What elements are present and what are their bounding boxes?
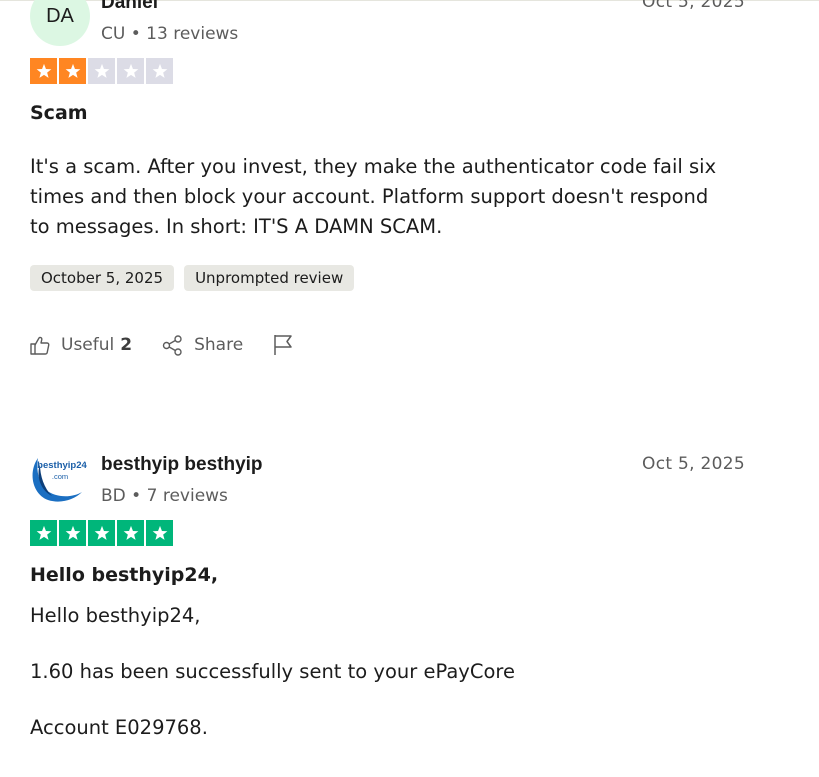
reviewer-country: BD: [101, 486, 126, 506]
reviewer-name[interactable]: Daniel: [101, 0, 158, 14]
logo-text: besthyip24: [37, 460, 87, 471]
share-icon: [162, 334, 194, 356]
review-date: Oct 5, 2025: [642, 0, 745, 12]
meta-separator: •: [131, 486, 147, 506]
meta-separator: •: [130, 24, 147, 44]
star-icon: [146, 58, 173, 84]
review-body: Hello besthyip24, 1.60 has been successf…: [30, 604, 750, 739]
review-body: It's a scam. After you invest, they make…: [30, 152, 750, 242]
useful-count: 2: [120, 335, 133, 355]
review-card: DA Daniel CU • 13 reviews Oct 5, 2025 Sc…: [30, 0, 750, 359]
review-body-line: It's a scam. After you invest, they make…: [30, 155, 717, 178]
review-header: besthyip24 .com besthyip besthyip BD • 7…: [30, 448, 750, 520]
share-button[interactable]: Share: [162, 334, 244, 356]
review-body-line: 1.60 has been successfully sent to your …: [30, 660, 515, 683]
star-rating: [30, 58, 750, 84]
besthyip-logo: besthyip24 .com: [32, 458, 88, 502]
star-icon: [30, 58, 57, 84]
star-icon: [30, 520, 57, 546]
review-body-line: Account E029768.: [30, 716, 208, 739]
review-date: Oct 5, 2025: [642, 454, 745, 474]
star-rating: [30, 520, 750, 546]
review-body-line: to messages. In short: IT'S A DAMN SCAM.: [30, 215, 443, 238]
star-icon: [88, 58, 115, 84]
review-card: besthyip24 .com besthyip besthyip BD • 7…: [30, 448, 750, 739]
review-title[interactable]: Hello besthyip24,: [30, 564, 750, 586]
review-actions: Useful 2 Share: [30, 331, 750, 359]
reviewer-review-count: 13 reviews: [146, 24, 239, 44]
avatar[interactable]: besthyip24 .com: [30, 448, 90, 508]
reviewer-country: CU: [101, 24, 126, 44]
share-label: Share: [194, 335, 244, 355]
avatar[interactable]: DA: [30, 0, 90, 46]
star-icon: [59, 520, 86, 546]
star-icon: [59, 58, 86, 84]
flag-icon: [273, 334, 293, 356]
useful-button[interactable]: Useful 2: [30, 335, 132, 355]
unprompted-review-tag[interactable]: Unprompted review: [184, 265, 355, 291]
reviewer-review-count: 7 reviews: [146, 486, 228, 506]
useful-label: Useful: [61, 335, 115, 355]
experience-date-tag: October 5, 2025: [30, 265, 175, 291]
star-icon: [146, 520, 173, 546]
star-icon: [117, 58, 144, 84]
thumbs-up-icon: [30, 336, 61, 355]
review-tags: October 5, 2025 Unprompted review: [30, 265, 750, 291]
logo-subtext: .com: [52, 472, 68, 481]
reviewer-meta: BD • 7 reviews: [101, 486, 228, 506]
review-title[interactable]: Scam: [30, 102, 750, 124]
reviewer-name[interactable]: besthyip besthyip: [101, 454, 263, 476]
reviewer-meta: CU • 13 reviews: [101, 24, 238, 44]
star-icon: [88, 520, 115, 546]
report-button[interactable]: [273, 334, 293, 356]
review-header: DA Daniel CU • 13 reviews Oct 5, 2025: [30, 0, 750, 58]
review-body-line: Hello besthyip24,: [30, 604, 201, 627]
avatar-initials: DA: [46, 4, 74, 27]
review-body-line: times and then block your account. Platf…: [30, 185, 709, 208]
star-icon: [117, 520, 144, 546]
